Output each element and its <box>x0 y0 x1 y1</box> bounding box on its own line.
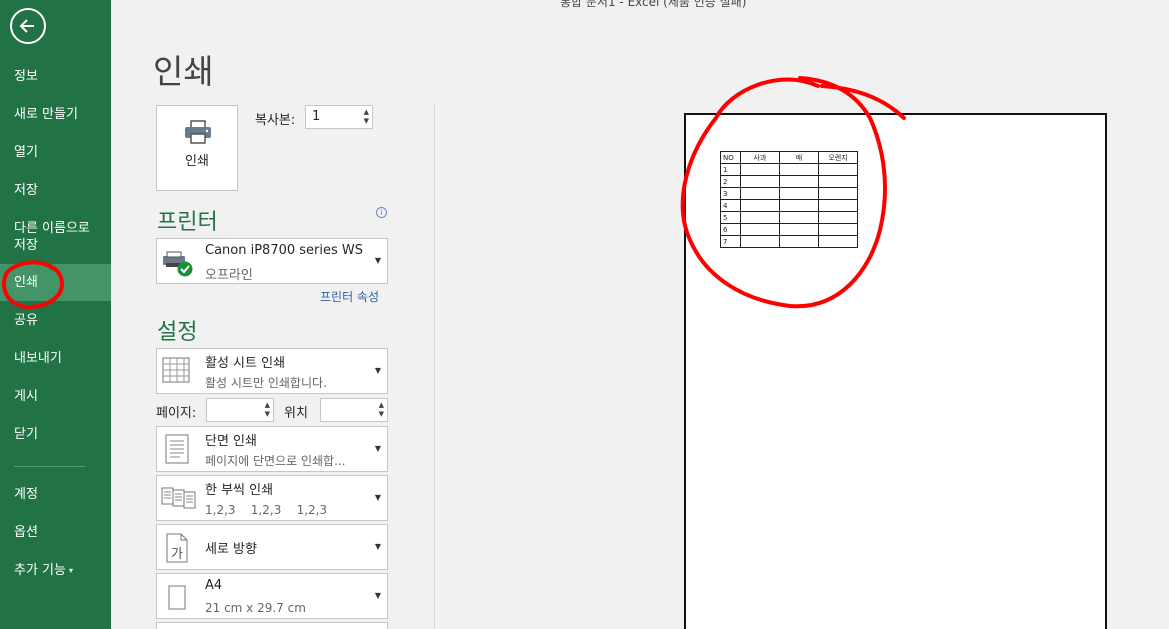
nav-close[interactable]: 닫기 <box>0 426 111 446</box>
paper-size-icon <box>168 585 186 610</box>
chevron-down-icon: ▼ <box>374 366 381 375</box>
table-cell: 5 <box>720 211 741 224</box>
chevron-down-icon: ▼ <box>374 591 381 600</box>
printer-select[interactable]: Canon iP8700 series WS 오프라인 ▼ <box>156 238 388 284</box>
table-cell: 6 <box>720 223 741 236</box>
paper-size-select[interactable]: A4 21 cm x 29.7 cm ▼ <box>156 573 388 619</box>
print-what-sub: 활성 시트만 인쇄합니다. <box>205 376 327 390</box>
sheet-grid-icon <box>162 357 190 383</box>
svg-text:가: 가 <box>171 547 183 562</box>
portrait-orientation-icon: 가 <box>166 533 188 563</box>
printer-heading: 프린터 <box>157 210 218 235</box>
orientation-select[interactable]: 가 세로 방향 ▼ <box>156 524 388 570</box>
print-what-select[interactable]: 활성 시트 인쇄 활성 시트만 인쇄합니다. ▼ <box>156 348 388 394</box>
window-title: 통합 문서1 - Excel (제품 인증 실패) <box>560 0 747 9</box>
back-button[interactable] <box>10 8 46 44</box>
nav-separator <box>14 466 85 467</box>
page-title: 인쇄 <box>153 52 214 91</box>
nav-options[interactable]: 옵션 <box>0 524 111 544</box>
nav-publish[interactable]: 게시 <box>0 388 111 408</box>
nav-print[interactable]: 인쇄 <box>0 264 111 301</box>
back-arrow-icon <box>19 19 34 33</box>
orientation-main: 세로 방향 <box>205 542 257 557</box>
collated-icon <box>161 487 196 509</box>
nav-share[interactable]: 공유 <box>0 312 111 332</box>
table-cell: 1 <box>720 163 741 176</box>
sides-main: 단면 인쇄 <box>205 434 257 449</box>
single-sided-icon <box>165 434 189 464</box>
table-cell: 7 <box>720 235 741 248</box>
nav-new[interactable]: 새로 만들기 <box>0 106 111 126</box>
chevron-down-icon: ▼ <box>374 444 381 453</box>
table-row: 1 <box>720 163 858 176</box>
chevron-down-icon: ▾ <box>68 566 73 575</box>
copies-input[interactable]: 1 ▲ ▼ <box>305 105 373 129</box>
nav-save[interactable]: 저장 <box>0 182 111 202</box>
sides-select[interactable]: 단면 인쇄 페이지에 단면으로 인쇄합... ▼ <box>156 426 388 472</box>
table-cell: 4 <box>720 199 741 212</box>
table-header-cell: 사과 <box>740 151 780 164</box>
table-row: 6 <box>720 223 858 236</box>
table-row: NO 사과 배 오렌지 <box>720 151 858 164</box>
pages-to-input[interactable]: ▲ ▼ <box>320 398 388 422</box>
sides-sub: 페이지에 단면으로 인쇄합... <box>205 454 346 468</box>
table-header-cell: 배 <box>779 151 819 164</box>
table-row: 5 <box>720 211 858 224</box>
printer-status: 오프라인 <box>205 268 253 283</box>
chevron-down-icon: ▼ <box>374 256 381 265</box>
printer-ready-icon <box>163 251 193 277</box>
nav-add-ins-label: 추가 기능 <box>14 563 66 578</box>
pages-from-spinner[interactable]: ▲ ▼ <box>265 401 270 419</box>
preview-table: NO 사과 배 오렌지 1 2 3 4 5 6 7 <box>720 151 858 248</box>
info-icon[interactable]: i <box>376 207 387 218</box>
collate-main: 한 부씩 인쇄 <box>205 483 274 498</box>
panel-divider <box>434 104 435 629</box>
pages-label: 페이지: <box>156 406 197 421</box>
nav-save-as[interactable]: 다른 이름으로 저장 <box>0 220 111 256</box>
copies-label: 복사본: <box>255 113 296 128</box>
printer-name: Canon iP8700 series WS <box>205 243 364 258</box>
pages-to-spinner[interactable]: ▲ ▼ <box>379 401 384 419</box>
print-button-label: 인쇄 <box>185 154 209 169</box>
paper-size-sub: 21 cm x 29.7 cm <box>205 601 306 615</box>
collate-sub: 1,2,3 1,2,3 1,2,3 <box>205 503 328 517</box>
table-row: 3 <box>720 187 858 200</box>
nav-info[interactable]: 정보 <box>0 68 111 88</box>
print-button[interactable]: 인쇄 <box>156 105 238 191</box>
chevron-down-icon: ▼ <box>374 493 381 502</box>
nav-add-ins[interactable]: 추가 기능 ▾ <box>0 562 111 582</box>
printer-properties-link[interactable]: 프린터 속성 <box>320 288 379 305</box>
table-row: 4 <box>720 199 858 212</box>
table-header-cell: 오렌지 <box>818 151 858 164</box>
backstage-sidebar: 정보 새로 만들기 열기 저장 다른 이름으로 저장 인쇄 공유 내보내기 게시… <box>0 0 111 629</box>
printer-icon <box>185 120 211 144</box>
table-row: 2 <box>720 175 858 188</box>
pages-from-input[interactable]: ▲ ▼ <box>206 398 274 422</box>
collate-select[interactable]: 한 부씩 인쇄 1,2,3 1,2,3 1,2,3 ▼ <box>156 475 388 521</box>
table-row: 7 <box>720 235 858 248</box>
table-header-cell: NO <box>720 151 741 164</box>
table-cell: 3 <box>720 187 741 200</box>
settings-heading: 설정 <box>157 320 198 345</box>
print-what-main: 활성 시트 인쇄 <box>205 356 286 371</box>
nav-account[interactable]: 계정 <box>0 486 111 506</box>
pages-to-label: 위치 <box>284 406 308 421</box>
nav-export[interactable]: 내보내기 <box>0 350 111 370</box>
chevron-down-icon: ▼ <box>374 542 381 551</box>
nav-open[interactable]: 열기 <box>0 144 111 164</box>
copies-spinner[interactable]: ▲ ▼ <box>364 108 369 126</box>
table-cell: 2 <box>720 175 741 188</box>
copies-value: 1 <box>312 109 321 124</box>
margins-select[interactable] <box>156 622 388 629</box>
paper-size-main: A4 <box>205 578 223 593</box>
